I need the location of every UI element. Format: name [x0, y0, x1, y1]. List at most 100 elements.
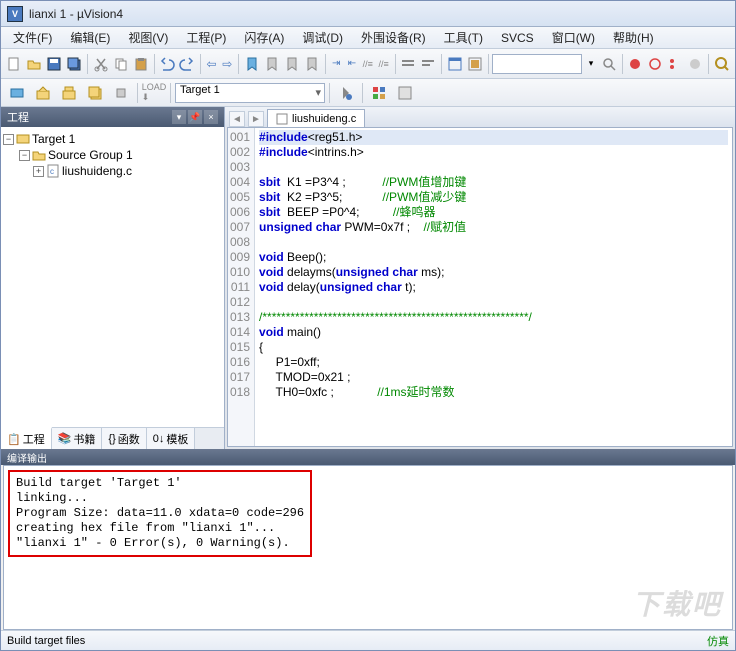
expand-icon[interactable]: −: [19, 150, 30, 161]
tree-target-label: Target 1: [32, 132, 75, 146]
expand-icon[interactable]: +: [33, 166, 44, 177]
editor-tab[interactable]: liushuideng.c: [267, 109, 365, 127]
comment-button[interactable]: //≡: [361, 52, 375, 76]
watermark-text: 下载吧: [632, 583, 722, 623]
paste-button[interactable]: [132, 52, 150, 76]
build-output[interactable]: Build target 'Target 1'linking...Program…: [3, 465, 733, 630]
window-cfg-button[interactable]: [446, 52, 464, 76]
menu-project[interactable]: 工程(P): [178, 27, 234, 48]
tab-history-fwd-icon[interactable]: ►: [248, 111, 264, 127]
app-icon: V: [7, 6, 23, 22]
find-in-files-button[interactable]: [600, 52, 618, 76]
code-content[interactable]: #include<reg51.h>#include<intrins.h> sbi…: [255, 128, 732, 446]
stop-build-button[interactable]: [109, 81, 133, 105]
menu-view[interactable]: 视图(V): [120, 27, 176, 48]
open-file-button[interactable]: [25, 52, 43, 76]
project-panel: 工程 ▾ 📌 × − Target 1 − Source Group 1 +: [1, 107, 225, 449]
target-options-button[interactable]: [334, 81, 358, 105]
tab-functions[interactable]: {}函数: [102, 428, 146, 449]
nav-back-button[interactable]: ⇦: [205, 52, 219, 76]
build-button[interactable]: [31, 81, 55, 105]
uncomment-button[interactable]: //≡: [377, 52, 391, 76]
panel-dropdown-icon[interactable]: ▾: [172, 110, 186, 124]
find-ref-button[interactable]: [399, 52, 417, 76]
menu-peripherals[interactable]: 外围设备(R): [353, 27, 434, 48]
svg-text:c: c: [50, 167, 54, 176]
breakpoints-list-button[interactable]: [666, 52, 684, 76]
breakpoint-button[interactable]: [646, 52, 664, 76]
workspace: 工程 ▾ 📌 × − Target 1 − Source Group 1 +: [1, 107, 735, 449]
bookmark-prev-button[interactable]: [263, 52, 281, 76]
configure-button[interactable]: [466, 52, 484, 76]
menu-debug[interactable]: 调试(D): [294, 27, 351, 48]
file-ext-button[interactable]: [367, 81, 391, 105]
menu-svcs[interactable]: SVCS: [493, 29, 542, 47]
redo-button[interactable]: [178, 52, 196, 76]
status-left: Build target files: [7, 635, 85, 647]
toolbar-build: LOAD⬇ Target 1: [1, 79, 735, 107]
manage-button[interactable]: [393, 81, 417, 105]
project-panel-title: 工程: [7, 109, 29, 125]
project-tree[interactable]: − Target 1 − Source Group 1 + c liushuid…: [1, 127, 224, 427]
bookmark-next-button[interactable]: [283, 52, 301, 76]
kill-breakpoints-button[interactable]: [686, 52, 704, 76]
target-select[interactable]: Target 1: [175, 83, 325, 103]
bookmark-clear-button[interactable]: [303, 52, 321, 76]
rebuild-button[interactable]: [57, 81, 81, 105]
batch-build-button[interactable]: [83, 81, 107, 105]
menu-tools[interactable]: 工具(T): [436, 27, 491, 48]
tab-history-back-icon[interactable]: ◄: [229, 111, 245, 127]
tab-books[interactable]: 📚书籍: [52, 428, 103, 449]
tree-group-label: Source Group 1: [48, 148, 133, 162]
debug-start-button[interactable]: [626, 52, 644, 76]
new-file-button[interactable]: [5, 52, 23, 76]
window-title: lianxi 1 - µVision4: [29, 7, 123, 21]
menu-file[interactable]: 文件(F): [5, 27, 60, 48]
c-file-icon: [276, 113, 288, 125]
panel-pin-icon[interactable]: 📌: [188, 110, 202, 124]
find-combo[interactable]: [492, 54, 582, 74]
menu-edit[interactable]: 编辑(E): [62, 27, 118, 48]
output-panel-header: 编译输出: [1, 449, 735, 465]
c-file-icon: c: [46, 164, 60, 178]
project-panel-tabs: 📋工程 📚书籍 {}函数 0↓模板: [1, 427, 224, 449]
save-all-button[interactable]: [65, 52, 83, 76]
line-gutter: 0010020030040050060070080090100110120130…: [228, 128, 255, 446]
folder-icon: [32, 148, 46, 162]
expand-icon[interactable]: −: [3, 134, 14, 145]
undo-button[interactable]: [158, 52, 176, 76]
status-right: 仿真: [707, 633, 729, 649]
menu-window[interactable]: 窗口(W): [544, 27, 603, 48]
indent-button[interactable]: ⇥: [329, 52, 343, 76]
menu-flash[interactable]: 闪存(A): [236, 27, 292, 48]
tree-file-label: liushuideng.c: [62, 164, 132, 178]
menu-help[interactable]: 帮助(H): [605, 27, 662, 48]
books-tab-icon: 📚: [58, 432, 72, 445]
editor-tab-label: liushuideng.c: [292, 113, 356, 125]
find-def-button[interactable]: [419, 52, 437, 76]
menubar: 文件(F) 编辑(E) 视图(V) 工程(P) 闪存(A) 调试(D) 外围设备…: [1, 27, 735, 49]
cut-button[interactable]: [92, 52, 110, 76]
target-icon: [16, 132, 30, 146]
editor-tabbar: ◄ ► liushuideng.c: [225, 107, 735, 127]
tab-templates[interactable]: 0↓模板: [147, 428, 196, 449]
tree-file[interactable]: + c liushuideng.c: [3, 163, 222, 179]
save-button[interactable]: [45, 52, 63, 76]
project-panel-header: 工程 ▾ 📌 ×: [1, 107, 224, 127]
panel-close-icon[interactable]: ×: [204, 110, 218, 124]
find-dd-button[interactable]: ▾: [584, 52, 598, 76]
copy-button[interactable]: [112, 52, 130, 76]
bookmark-toggle-button[interactable]: [243, 52, 261, 76]
tree-target[interactable]: − Target 1: [3, 131, 222, 147]
download-button[interactable]: LOAD⬇: [142, 81, 166, 105]
code-editor[interactable]: 0010020030040050060070080090100110120130…: [227, 127, 733, 447]
outdent-button[interactable]: ⇤: [345, 52, 359, 76]
project-tab-icon: 📋: [7, 433, 21, 446]
tree-group[interactable]: − Source Group 1: [3, 147, 222, 163]
tab-project[interactable]: 📋工程: [1, 427, 52, 449]
translate-button[interactable]: [5, 81, 29, 105]
toolbar-main: ⇦ ⇨ ⇥ ⇤ //≡ //≡ ▾: [1, 49, 735, 79]
build-output-text: Build target 'Target 1'linking...Program…: [8, 470, 312, 557]
zoom-button[interactable]: [713, 52, 731, 76]
nav-fwd-button[interactable]: ⇨: [220, 52, 234, 76]
